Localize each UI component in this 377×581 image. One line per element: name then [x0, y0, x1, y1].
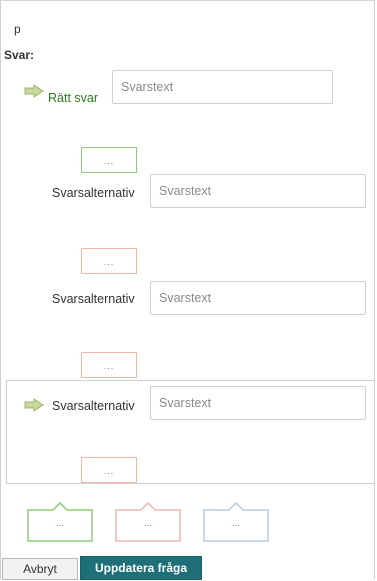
answer-alternative-label: Svarsalternativ	[52, 186, 135, 200]
general-neutral-comment-dots: ...	[232, 518, 240, 528]
update-question-button[interactable]: Uppdatera fråga	[80, 556, 202, 580]
correct-answer-input[interactable]	[112, 70, 333, 104]
correct-answer-arrow-icon[interactable]	[24, 84, 44, 98]
correct-answer-label: Rätt svar	[48, 91, 99, 105]
answer-alternative-label: Svarsalternativ	[52, 292, 135, 306]
answer-alternative-comment-button[interactable]: ...	[81, 248, 137, 274]
set-correct-arrow-icon[interactable]	[24, 398, 44, 412]
answer-alternative-comment-button[interactable]: ...	[81, 457, 137, 483]
answer-alternative-input[interactable]	[150, 386, 366, 420]
general-incorrect-comment-dots: ...	[144, 518, 152, 528]
general-correct-comment-dots: ...	[56, 518, 64, 528]
correct-answer-comment-button[interactable]: ...	[81, 147, 137, 173]
answer-alternative-label: Svarsalternativ	[52, 399, 135, 413]
answer-alternative-input[interactable]	[150, 281, 366, 315]
answer-alternative-input[interactable]	[150, 174, 366, 208]
answers-heading: Svar:	[4, 48, 35, 62]
general-correct-comment-button[interactable]: ...	[27, 502, 93, 542]
cancel-button[interactable]: Avbryt	[2, 558, 78, 580]
general-neutral-comment-button[interactable]: ...	[203, 502, 269, 542]
general-incorrect-comment-button[interactable]: ...	[115, 502, 181, 542]
question-text: p	[14, 22, 21, 36]
answer-alternative-comment-button[interactable]: ...	[81, 352, 137, 378]
